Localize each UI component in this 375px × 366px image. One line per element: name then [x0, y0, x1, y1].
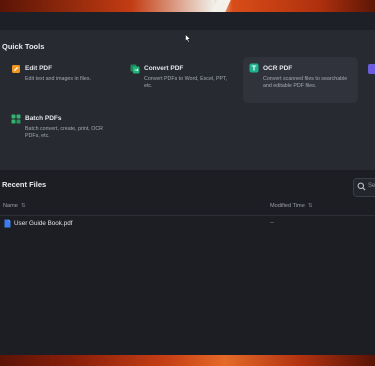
tool-ocr-pdf[interactable]: OCR PDF Convert scanned files to searcha…: [243, 57, 358, 103]
desktop-wallpaper-top: [0, 0, 375, 12]
recent-files-title: Recent Files: [2, 180, 47, 189]
tool-name: Convert PDF: [144, 65, 184, 72]
next-tool-icon[interactable]: [368, 64, 375, 74]
tool-description: Convert scanned files to searchable and …: [263, 76, 348, 89]
wallpaper-streak: [211, 0, 231, 12]
tool-description: Batch convert, create, print, OCR PDFs, …: [25, 126, 104, 139]
tool-convert-pdf[interactable]: Convert PDF Convert PDFs to Word, Excel,…: [130, 63, 230, 107]
recent-files-panel: Recent Files Se Name ⇅ Modified Time ⇅ U…: [0, 170, 375, 355]
column-name-label: Name: [3, 203, 18, 209]
desktop-screen: Quick Tools Edit PDF Edit text and image…: [0, 0, 375, 366]
tool-name: Batch PDFs: [25, 115, 62, 122]
column-header-name[interactable]: Name ⇅: [3, 203, 26, 209]
sort-icon: ⇅: [20, 203, 26, 209]
column-header-modified[interactable]: Modified Time ⇅: [270, 203, 312, 209]
tool-name: OCR PDF: [263, 65, 293, 72]
batch-pdfs-icon: [11, 114, 21, 124]
tool-description: Convert PDFs to Word, Excel, PPT, etc.: [144, 76, 228, 89]
sort-icon: ⇅: [307, 203, 313, 209]
mouse-cursor-icon: [185, 34, 191, 43]
tool-description: Edit text and images in files.: [25, 76, 91, 82]
file-name: User Guide Book.pdf: [14, 220, 73, 227]
title-bar: [0, 12, 375, 30]
edit-pdf-icon: [12, 65, 20, 73]
search-placeholder: Se: [368, 183, 375, 189]
tool-batch-pdfs[interactable]: Batch PDFs Batch convert, create, print,…: [11, 113, 111, 157]
table-row[interactable]: User Guide Book.pdf --: [0, 217, 375, 231]
column-modified-label: Modified Time: [270, 203, 305, 209]
quick-tools-panel: Quick Tools Edit PDF Edit text and image…: [0, 30, 375, 170]
tool-name: Edit PDF: [25, 65, 53, 72]
convert-pdf-icon: [130, 64, 140, 74]
pdf-app-window: Quick Tools Edit PDF Edit text and image…: [0, 12, 375, 355]
file-modified-time: --: [270, 220, 274, 226]
search-box[interactable]: Se: [353, 178, 375, 197]
search-icon: [357, 182, 366, 191]
pdf-file-icon: [4, 219, 11, 228]
header-divider: [0, 215, 375, 216]
tool-edit-pdf[interactable]: Edit PDF Edit text and images in files.: [11, 63, 111, 107]
quick-tools-title: Quick Tools: [2, 42, 45, 51]
desktop-wallpaper-bottom: [0, 355, 375, 366]
ocr-pdf-icon: [249, 63, 259, 73]
